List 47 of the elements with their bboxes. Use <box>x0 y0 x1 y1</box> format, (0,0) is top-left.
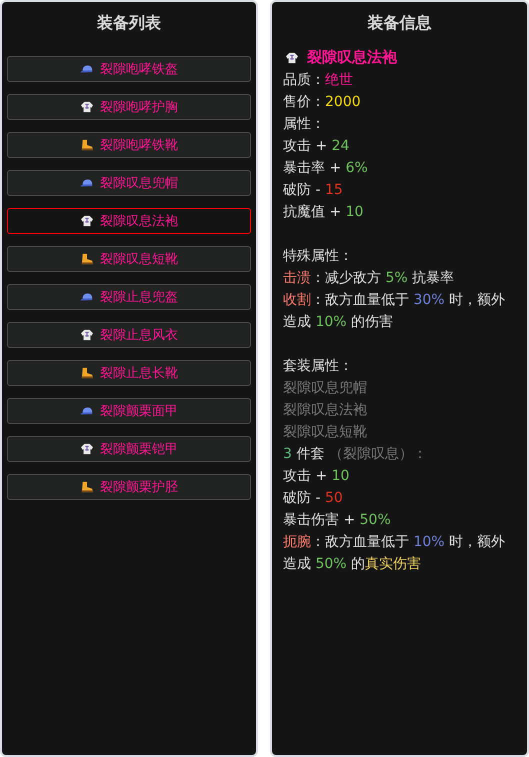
equipment-item[interactable]: 裂隙止息风衣 <box>7 322 251 348</box>
info-line: 暴击率 + 6% <box>283 159 369 178</box>
info-line: 破防 - 15 <box>283 181 344 200</box>
boot-icon <box>80 367 94 379</box>
shirt-icon <box>80 443 94 455</box>
info-line: 裂隙叹息兜帽 <box>283 379 368 398</box>
info-line: 套装属性： <box>283 357 354 376</box>
cap-icon <box>80 177 94 189</box>
cap-icon <box>80 63 94 75</box>
info-line: 抗魔值 + 10 <box>283 203 364 222</box>
equipment-item[interactable]: 裂隙颤栗护胫 <box>7 474 251 500</box>
equipment-item[interactable]: 裂隙叹息法袍 <box>7 208 251 234</box>
equipment-item[interactable]: 裂隙止息兜盔 <box>7 284 251 310</box>
info-line: 裂隙叹息短靴 <box>283 423 368 442</box>
cap-icon <box>80 405 94 417</box>
info-line: 攻击 + 10 <box>283 467 350 486</box>
shirt-icon <box>80 215 94 227</box>
panel-title: 装备信息 <box>366 12 432 34</box>
equipment-item[interactable]: 裂隙颤栗铠甲 <box>7 436 251 462</box>
info-line: 品质：绝世 <box>283 71 354 90</box>
item-name: 裂隙叹息法袍 <box>307 48 397 67</box>
info-line: 收割：敌方血量低于 30% 时，额外造成 10% 的伤害 <box>283 291 506 332</box>
info-line: 特殊属性： <box>283 247 354 266</box>
equipment-item[interactable]: 裂隙咆哮铁盔 <box>7 56 251 82</box>
equipment-item[interactable]: 裂隙颤栗面甲 <box>7 398 251 424</box>
equipment-item[interactable]: 裂隙止息长靴 <box>7 360 251 386</box>
cap-icon <box>80 291 94 303</box>
boot-icon <box>80 139 94 151</box>
info-line: 裂隙叹息法袍 <box>283 401 368 420</box>
info-line: 属性： <box>283 115 326 134</box>
boot-icon <box>80 481 94 493</box>
info-line: 破防 - 50 <box>283 489 344 508</box>
boot-icon <box>80 253 94 265</box>
info-line: 3 件套 （裂隙叹息）： <box>283 445 428 464</box>
info-line: 击溃：减少敌方 5% 抗暴率 <box>283 269 456 288</box>
info-line: 暴击伤害 + 50% <box>283 511 392 530</box>
info-line: 售价：2000 <box>283 93 362 112</box>
shirt-icon <box>80 329 94 341</box>
equipment-item[interactable]: 裂隙叹息短靴 <box>7 246 251 272</box>
shirt-icon <box>80 101 94 113</box>
equipment-item[interactable]: 裂隙咆哮护胸 <box>7 94 251 120</box>
info-line: 扼腕：敌方血量低于 10% 时，额外造成 50% 的真实伤害 <box>283 533 506 574</box>
shirt-icon <box>285 52 299 64</box>
equipment-item[interactable]: 裂隙咆哮铁靴 <box>7 132 251 158</box>
panel-title: 装备列表 <box>96 12 162 34</box>
info-line: 攻击 + 24 <box>283 137 350 156</box>
equipment-item[interactable]: 裂隙叹息兜帽 <box>7 170 251 196</box>
